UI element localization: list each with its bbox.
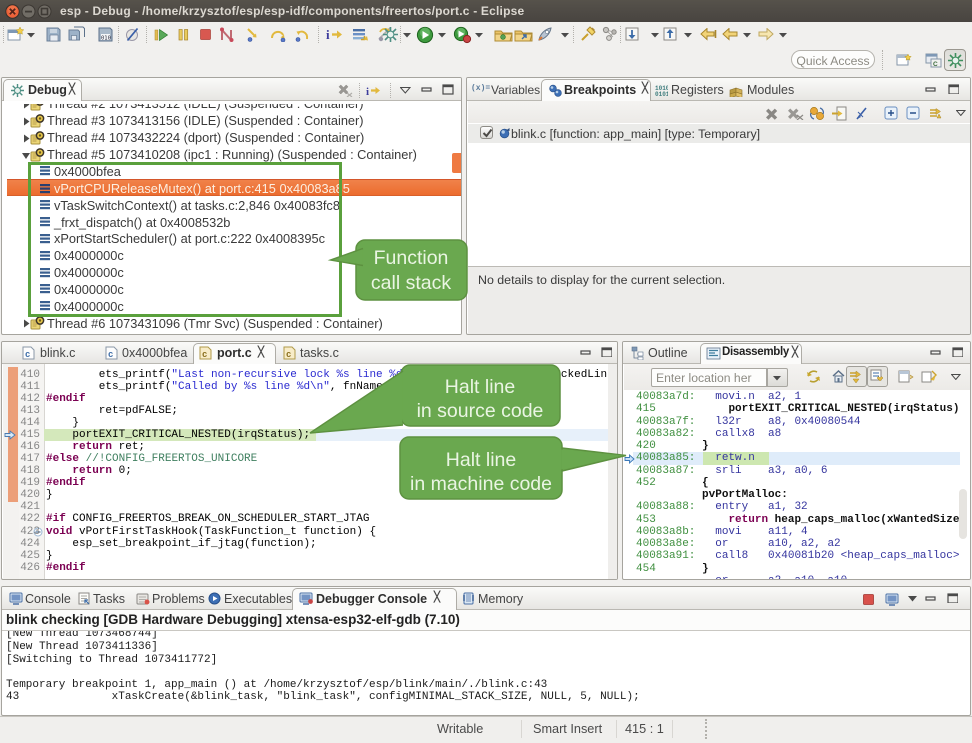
svg-text:Halt line: Halt line: [446, 449, 516, 471]
svg-text:in machine code: in machine code: [410, 473, 552, 495]
svg-text:c: c: [286, 350, 291, 360]
svg-text:Function: Function: [374, 247, 449, 269]
svg-text:c: c: [108, 350, 113, 360]
svg-text:c: c: [202, 350, 207, 360]
svg-text:0101: 0101: [655, 91, 668, 97]
svg-text:in source code: in source code: [417, 400, 544, 422]
svg-text:i: i: [366, 86, 369, 97]
svg-text:c: c: [25, 350, 30, 360]
svg-text:call stack: call stack: [371, 272, 451, 294]
svg-text:Halt line: Halt line: [445, 376, 515, 398]
svg-text:C: C: [933, 61, 938, 68]
